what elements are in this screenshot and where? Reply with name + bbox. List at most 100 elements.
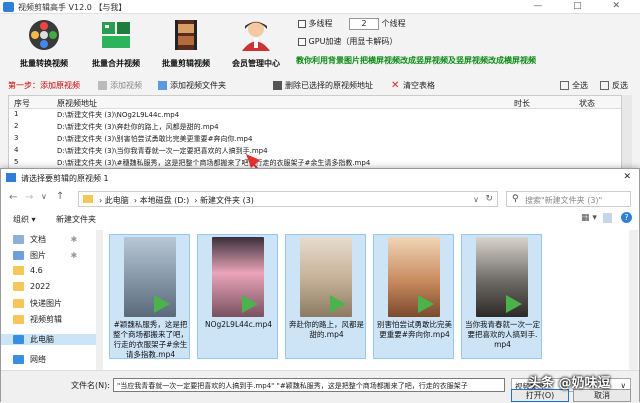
- sidebar-item-label: 快递图片: [30, 299, 62, 308]
- app-logo-icon: [3, 2, 14, 12]
- delete-selected-label: 删除已选择的原视频地址: [285, 81, 373, 90]
- folder-icon: [13, 266, 24, 275]
- multithread-checkbox[interactable]: [298, 19, 306, 28]
- recent-chevron-icon[interactable]: ∨: [41, 192, 47, 201]
- breadcrumb-disk[interactable]: 本地磁盘 (D:): [140, 196, 190, 205]
- search-input[interactable]: ⚲ 搜索"新建文件夹 (3)": [506, 191, 631, 207]
- dialog-title: 请选择要剪辑的原视频 1: [21, 174, 109, 183]
- file-grid: #颖魏私服秀，这是把整个商场都搬来了吧，行走的衣服架子#余生请多指教.mp4 N…: [103, 230, 639, 370]
- organize-label: 组织: [13, 215, 29, 224]
- action-bar: 第一步：添加原视频 添加视频 添加视频文件夹 删除已选择的原视频地址 ✕ 清空表格…: [0, 78, 640, 94]
- file-tile[interactable]: 当你我青春就一次一定要把喜欢的人搞到手.mp4: [461, 234, 542, 359]
- file-grid-scrollbar[interactable]: [629, 230, 638, 370]
- play-icon: [242, 295, 258, 313]
- user-icon: [242, 21, 270, 51]
- delete-selected-button[interactable]: 删除已选择的原视频地址: [273, 80, 373, 91]
- back-arrow-icon[interactable]: ←: [9, 192, 17, 203]
- sidebar-item-label: 2022: [30, 282, 51, 291]
- new-folder-button[interactable]: 新建文件夹: [56, 214, 96, 225]
- file-name: 当你我青春就一次一定要把喜欢的人搞到手.mp4: [465, 320, 540, 349]
- file-tile[interactable]: 奔赴你的路上，风都是甜的.mp4: [285, 234, 366, 359]
- merge-video-button[interactable]: 批量合并视频: [76, 18, 156, 69]
- row-path: D:\新建文件夹 (3)\当你我青春就一次一定要把喜欢的人搞到手.mp4: [57, 147, 268, 155]
- address-bar[interactable]: › 此电脑 › 本地磁盘 (D:) › 新建文件夹 (3) ∨ ↻: [78, 191, 498, 207]
- file-tile[interactable]: NOg2L9L44c.mp4: [197, 234, 278, 359]
- multithread-option: 多线程 2 个线程: [298, 18, 406, 30]
- sidebar-item-video-edit[interactable]: 视频剪辑: [13, 314, 62, 325]
- sidebar-item-express[interactable]: 快递图片: [13, 298, 62, 309]
- promo-link[interactable]: 教你利用背景图片把横屏视频改成竖屏视频及竖屏视频改成横屏视频: [296, 55, 536, 66]
- breadcrumb-pc[interactable]: 此电脑: [105, 196, 129, 205]
- sidebar-item-label: 4.6: [30, 266, 43, 275]
- refresh-icon[interactable]: ↻: [485, 194, 493, 204]
- edit-video-button[interactable]: 批量剪辑视频: [146, 18, 226, 69]
- open-file-dialog: 请选择要剪辑的原视频 1 ✕ ← → ∨ ↑ › 此电脑 › 本地磁盘 (D:)…: [0, 168, 640, 403]
- address-dropdown-icon[interactable]: ∨: [473, 195, 479, 204]
- sidebar-item-label: 文档: [30, 235, 46, 244]
- gpu-option: GPU加速（用显卡解码）: [298, 36, 397, 47]
- file-name: 奔赴你的路上，风都是甜的.mp4: [289, 320, 364, 339]
- gpu-checkbox[interactable]: [298, 37, 306, 46]
- row-path: D:\新建文件夹 (3)\NOg2L9L44c.mp4: [57, 111, 180, 119]
- select-all-button[interactable]: 全选: [560, 80, 588, 91]
- table-scrollbar[interactable]: [622, 95, 632, 175]
- sidebar-item-label: 网络: [30, 355, 46, 364]
- file-name: 别害怕尝试勇敢比完美更重要#奔向你.mp4: [377, 320, 452, 339]
- add-video-button[interactable]: 添加视频: [98, 80, 142, 91]
- organize-button[interactable]: 组织 ▾: [13, 214, 36, 225]
- nav-row: ← → ∨ ↑ › 此电脑 › 本地磁盘 (D:) › 新建文件夹 (3) ∨ …: [1, 186, 639, 210]
- preview-pane-icon[interactable]: [603, 213, 612, 223]
- pin-icon[interactable]: ✱: [71, 251, 78, 260]
- help-icon[interactable]: ?: [621, 212, 632, 223]
- sidebar-scrollbar[interactable]: [96, 230, 103, 370]
- file-tile[interactable]: 别害怕尝试勇敢比完美更重要#奔向你.mp4: [373, 234, 454, 359]
- film-strip-icon: [175, 20, 197, 50]
- sidebar-item-4-6[interactable]: 4.6: [13, 266, 43, 275]
- multithread-label: 多线程: [308, 19, 333, 28]
- forward-arrow-icon[interactable]: →: [25, 192, 33, 203]
- sidebar-item-label: 图片: [30, 251, 46, 260]
- thread-count-input[interactable]: 2: [349, 18, 380, 30]
- sidebar-item-pictures[interactable]: 图片 ✱: [13, 250, 77, 261]
- folder-icon: [13, 282, 24, 291]
- sidebar-item-this-pc[interactable]: 此电脑: [1, 334, 96, 345]
- invert-icon: [600, 81, 609, 90]
- play-icon: [418, 295, 434, 313]
- pin-icon[interactable]: ✱: [71, 235, 78, 244]
- network-icon: [13, 355, 24, 364]
- convert-video-button[interactable]: 批量转换视频: [4, 18, 84, 69]
- add-video-icon: [98, 81, 107, 90]
- add-folder-button[interactable]: 添加视频文件夹: [158, 80, 226, 91]
- play-icon: [154, 295, 170, 313]
- folder-icon: [13, 315, 24, 324]
- row-index: 1: [14, 110, 19, 118]
- invert-selection-button[interactable]: 反选: [600, 80, 628, 91]
- table-row[interactable]: 3 D:\新建文件夹 (3)\别害怕尝试勇敢比完美更重要#奔向你.mp4: [9, 134, 621, 146]
- sidebar-item-documents[interactable]: 文档 ✱: [13, 234, 77, 245]
- clear-table-button[interactable]: ✕ 清空表格: [391, 80, 435, 91]
- dialog-close-icon[interactable]: ✕: [623, 172, 631, 182]
- toolbar: 批量转换视频 批量合并视频 批量剪辑视频 会员管理中心 多线程 2 个线程 GP…: [0, 14, 640, 74]
- convert-video-label: 批量转换视频: [20, 59, 68, 68]
- sidebar-item-label: 视频剪辑: [30, 315, 62, 324]
- window-controls-icon[interactable]: — □ ✕: [533, 1, 634, 11]
- up-arrow-icon[interactable]: ↑: [56, 191, 64, 202]
- table-row[interactable]: 1 D:\新建文件夹 (3)\NOg2L9L44c.mp4: [9, 110, 621, 122]
- breadcrumb-folder[interactable]: 新建文件夹 (3): [200, 196, 254, 205]
- table-row[interactable]: 2 D:\新建文件夹 (3)\奔赴你的路上，风都是甜的.mp4: [9, 122, 621, 134]
- filename-input[interactable]: "当应我青春就一次一定要把喜欢的人搞到手.mp4" "#颖魏私服秀，这是把整个商…: [113, 378, 505, 392]
- sidebar-item-network[interactable]: 网络: [13, 354, 46, 365]
- gpu-label: GPU加速（用显卡解码）: [308, 37, 398, 46]
- row-path: D:\新建文件夹 (3)\奔赴你的路上，风都是甜的.mp4: [57, 123, 219, 131]
- document-folder-icon: [13, 235, 24, 244]
- breadcrumb: › 此电脑 › 本地磁盘 (D:) › 新建文件夹 (3): [99, 196, 254, 205]
- view-options-icon[interactable]: ▦ ▾: [581, 213, 597, 223]
- sidebar-item-2022[interactable]: 2022: [13, 282, 50, 291]
- file-tile[interactable]: #颖魏私服秀，这是把整个商场都搬来了吧，行走的衣服架子#余生请多指教.mp4: [109, 234, 190, 359]
- merge-icon: [102, 22, 130, 48]
- pictures-folder-icon: [13, 251, 24, 260]
- merge-video-label: 批量合并视频: [92, 59, 140, 68]
- clear-table-label: 清空表格: [403, 81, 435, 90]
- add-video-label: 添加视频: [110, 81, 142, 90]
- member-center-button[interactable]: 会员管理中心: [216, 18, 296, 69]
